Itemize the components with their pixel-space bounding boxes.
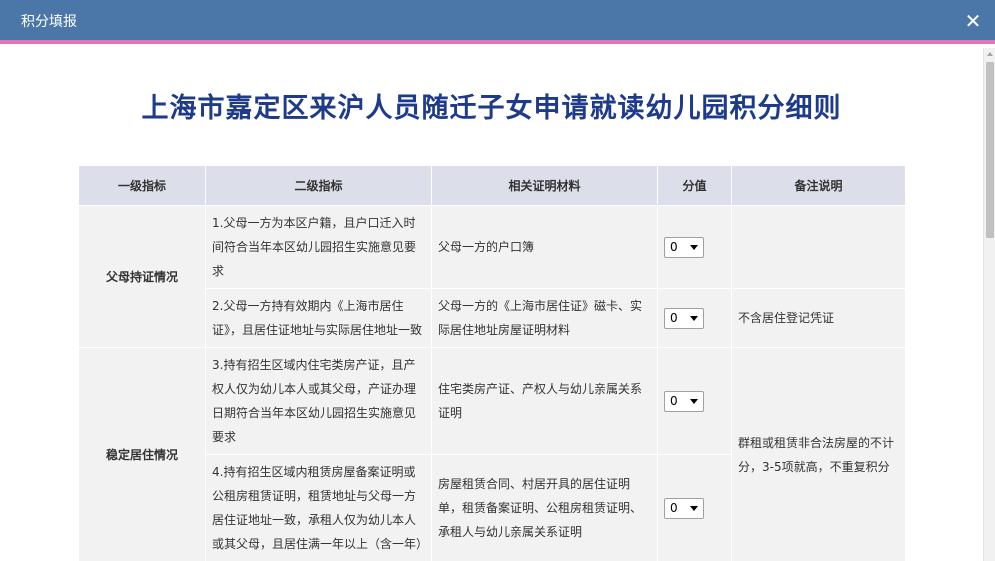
score-cell: 0	[657, 454, 732, 561]
scroll-up-arrow-icon[interactable]	[987, 52, 993, 56]
header-note: 备注说明	[731, 165, 906, 206]
materials-cell: 父母一方的户口簿	[431, 205, 658, 289]
score-cell: 0	[657, 347, 732, 455]
score-select-value: 0	[670, 310, 678, 325]
score-select-value: 0	[670, 393, 678, 408]
header-level2: 二级指标	[205, 165, 432, 206]
table-header-row: 一级指标 二级指标 相关证明材料 分值 备注说明	[78, 165, 906, 206]
dialog-titlebar: 积分填报 ✕	[0, 0, 995, 44]
score-select[interactable]: 0	[664, 497, 704, 519]
level1-cell: 父母持证情况	[78, 205, 206, 348]
score-select[interactable]: 0	[664, 307, 704, 329]
materials-cell: 房屋租赁合同、村居开具的居住证明单，租赁备案证明、公租房租赁证明、承租人与幼儿亲…	[431, 454, 658, 561]
header-materials: 相关证明材料	[431, 165, 658, 206]
vertical-scrollbar[interactable]	[983, 48, 995, 561]
level1-cell: 稳定居住情况	[78, 347, 206, 561]
dialog-content: 上海市嘉定区来沪人员随迁子女申请就读幼儿园积分细则 一级指标 二级指标 相关证明…	[0, 48, 983, 561]
score-select-value: 0	[670, 239, 678, 254]
score-select[interactable]: 0	[664, 390, 704, 412]
table-row: 稳定居住情况 3.持有招生区域内住宅类房产证，且产权人仅为幼儿本人或其父母，产证…	[78, 347, 906, 561]
note-cell: 群租或租赁非合法房屋的不计分，3-5项就高，不重复积分	[731, 347, 906, 561]
close-icon[interactable]: ✕	[963, 11, 983, 31]
note-cell: 不含居住登记凭证	[731, 288, 906, 348]
chevron-down-icon	[690, 244, 698, 250]
materials-cell: 住宅类房产证、产权人与幼儿亲属关系证明	[431, 347, 658, 455]
scrollbar-thumb[interactable]	[986, 62, 994, 238]
score-select[interactable]: 0	[664, 236, 704, 258]
scoring-table: 一级指标 二级指标 相关证明材料 分值 备注说明 父母持证情况 1.父母一方为本…	[78, 165, 906, 561]
chevron-down-icon	[690, 398, 698, 404]
level2-cell: 4.持有招生区域内租赁房屋备案证明或公租房租赁证明，租赁地址与父母一方居住证地址…	[205, 454, 432, 561]
chevron-down-icon	[690, 505, 698, 511]
table-row: 父母持证情况 1.父母一方为本区户籍，且户口迁入时间符合当年本区幼儿园招生实施意…	[78, 205, 906, 348]
score-cell: 0	[657, 205, 732, 289]
score-select-value: 0	[670, 500, 678, 515]
chevron-down-icon	[690, 315, 698, 321]
header-level1: 一级指标	[78, 165, 206, 206]
level2-cell: 3.持有招生区域内住宅类房产证，且产权人仅为幼儿本人或其父母，产证办理日期符合当…	[205, 347, 432, 455]
materials-cell: 父母一方的《上海市居住证》磁卡、实际居住地址房屋证明材料	[431, 288, 658, 348]
header-score: 分值	[657, 165, 732, 206]
note-cell	[731, 205, 906, 289]
page-title: 上海市嘉定区来沪人员随迁子女申请就读幼儿园积分细则	[141, 93, 842, 124]
score-cell: 0	[657, 288, 732, 348]
level2-cell: 2.父母一方持有效期内《上海市居住证》，且居住证地址与实际居住地址一致	[205, 288, 432, 348]
dialog-title: 积分填报	[21, 14, 77, 30]
level2-cell: 1.父母一方为本区户籍，且户口迁入时间符合当年本区幼儿园招生实施意见要求	[205, 205, 432, 289]
